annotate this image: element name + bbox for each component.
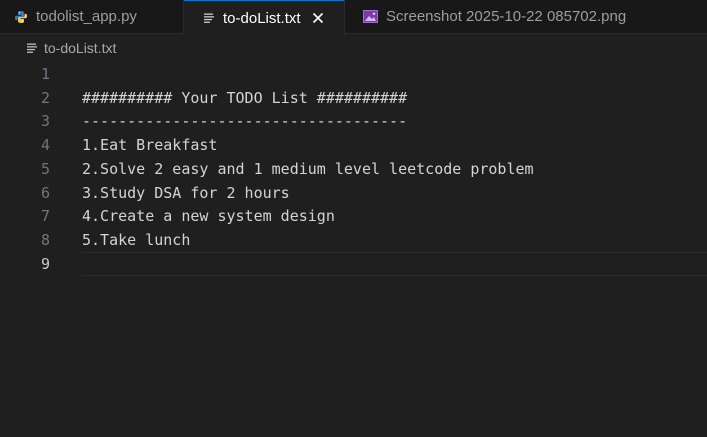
line-text[interactable]: 4.Create a new system design — [82, 204, 335, 228]
line-number: 1 — [40, 65, 50, 83]
editor-line[interactable]: 7 4.Create a new system design — [0, 204, 707, 228]
text-file-icon — [26, 42, 38, 54]
line-text[interactable]: 1.Eat Breakfast — [82, 133, 217, 157]
tab-to-dolist-txt[interactable]: to-doList.txt — [184, 0, 345, 35]
line-text[interactable]: 2.Solve 2 easy and 1 medium level leetco… — [82, 157, 534, 181]
editor-line[interactable]: 4 1.Eat Breakfast — [0, 133, 707, 157]
line-number: 7 — [40, 207, 50, 225]
editor-line[interactable]: 5 2.Solve 2 easy and 1 medium level leet… — [0, 157, 707, 181]
tab-label: Screenshot 2025-10-22 085702.png — [386, 8, 627, 25]
line-number: 8 — [40, 231, 50, 249]
line-number: 9 — [40, 255, 50, 273]
close-icon[interactable] — [312, 12, 324, 24]
image-file-icon — [363, 10, 378, 23]
editor-line[interactable]: 8 5.Take lunch — [0, 228, 707, 252]
line-number: 5 — [40, 160, 50, 178]
tab-screenshot-png[interactable]: Screenshot 2025-10-22 085702.png — [345, 0, 707, 33]
editor-line[interactable]: 3 ------------------------------------ — [0, 109, 707, 133]
tab-label: to-doList.txt — [223, 9, 301, 27]
tab-todolist-app-py[interactable]: todolist_app.py — [0, 0, 184, 33]
text-editor[interactable]: 1 2 ########## Your TODO List ##########… — [0, 62, 707, 437]
python-icon — [14, 10, 28, 24]
editor-line[interactable]: 6 3.Study DSA for 2 hours — [0, 181, 707, 205]
line-text[interactable]: 3.Study DSA for 2 hours — [82, 181, 290, 205]
line-text[interactable]: ------------------------------------ — [82, 109, 407, 133]
line-number: 3 — [40, 112, 50, 130]
breadcrumb-label: to-doList.txt — [44, 40, 117, 56]
editor-tab-bar: todolist_app.py to-doList.txt Screenshot… — [0, 0, 707, 35]
line-number: 2 — [40, 89, 50, 107]
tab-label: todolist_app.py — [36, 8, 137, 25]
editor-line[interactable]: 2 ########## Your TODO List ########## — [0, 86, 707, 110]
editor-line-current[interactable]: 9 — [0, 252, 707, 276]
text-file-icon — [203, 12, 215, 24]
breadcrumb[interactable]: to-doList.txt — [0, 34, 707, 62]
line-number: 6 — [40, 184, 50, 202]
editor-line[interactable]: 1 — [0, 62, 707, 86]
line-text[interactable]: 5.Take lunch — [82, 228, 190, 252]
line-number: 4 — [40, 136, 50, 154]
line-text[interactable]: ########## Your TODO List ########## — [82, 86, 407, 110]
